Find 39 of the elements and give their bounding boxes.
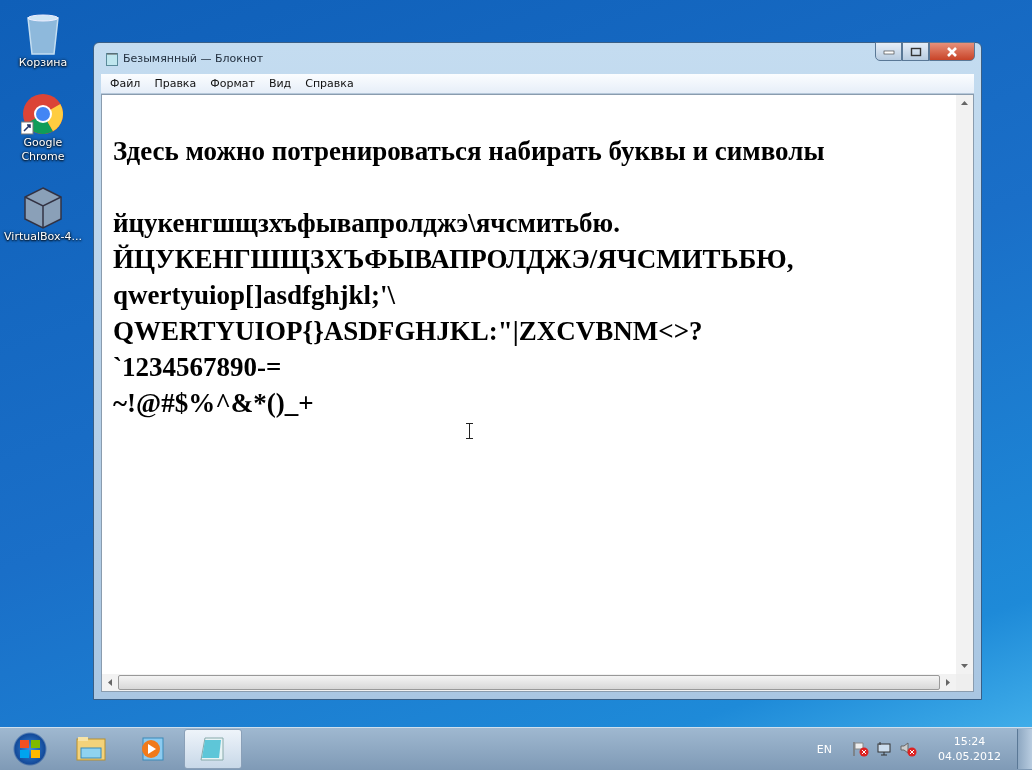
vertical-scrollbar[interactable] (956, 95, 973, 674)
maximize-icon (909, 46, 922, 57)
close-icon (945, 46, 959, 57)
text-line: `1234567890-= (113, 351, 283, 384)
play-icon (139, 736, 165, 762)
flag-error-icon[interactable] (852, 741, 870, 757)
left-arrow-icon[interactable] (108, 679, 112, 686)
menu-item[interactable]: Правка (147, 77, 204, 90)
close-button[interactable] (929, 42, 975, 61)
menu-item[interactable]: Справка (298, 77, 361, 90)
four-panes-logo-icon (19, 738, 41, 760)
text-cursor-icon (466, 423, 473, 439)
text-line: йцукенгшщзхъфывапролджэ\ячсмитьбю. (113, 207, 621, 240)
network-error-icon[interactable] (876, 741, 894, 757)
text-line: Здесь можно потренироваться набирать буквы и символы (113, 135, 826, 168)
menu-item[interactable]: Формат (203, 77, 262, 90)
speaker-muted-icon[interactable] (900, 741, 918, 757)
text-line: ~!@#$%^&*()_+ (113, 387, 315, 420)
down-arrow-icon[interactable] (961, 664, 968, 668)
up-arrow-icon[interactable] (961, 101, 968, 105)
text-line: qwertyuiop[]asdfghjkl;'\ (113, 279, 397, 312)
window-title: Безымянный — Блокнот (123, 52, 264, 65)
resize-grip[interactable] (956, 674, 973, 691)
text-line: ЙЦУКЕНГШЩЗХЪФЫВАПРОЛДЖЭ/ЯЧСМИТЬБЮ, (113, 243, 795, 276)
notepad-icon (199, 736, 227, 762)
folder-icon (76, 736, 106, 762)
horizontal-scrollbar[interactable] (102, 674, 973, 691)
desktop-icon-label[interactable]: Google Chrome (3, 136, 83, 164)
minimize-icon (882, 48, 895, 55)
desktop-icon-label[interactable]: VirtualBox-4... (3, 230, 83, 244)
desktop-icon-label[interactable]: Корзина (3, 56, 83, 70)
minimize-button[interactable] (875, 42, 902, 61)
maximize-button[interactable] (902, 42, 929, 61)
right-arrow-icon[interactable] (946, 679, 950, 686)
text-line: QWERTYUIOP{}ASDFGHJKL:"|ZXCVBNM<>? (113, 315, 704, 348)
show-desktop-button[interactable] (1017, 729, 1032, 769)
menu-item[interactable]: Вид (261, 77, 299, 90)
notepad-icon (106, 51, 118, 66)
menu-item[interactable]: Файл (103, 77, 148, 90)
